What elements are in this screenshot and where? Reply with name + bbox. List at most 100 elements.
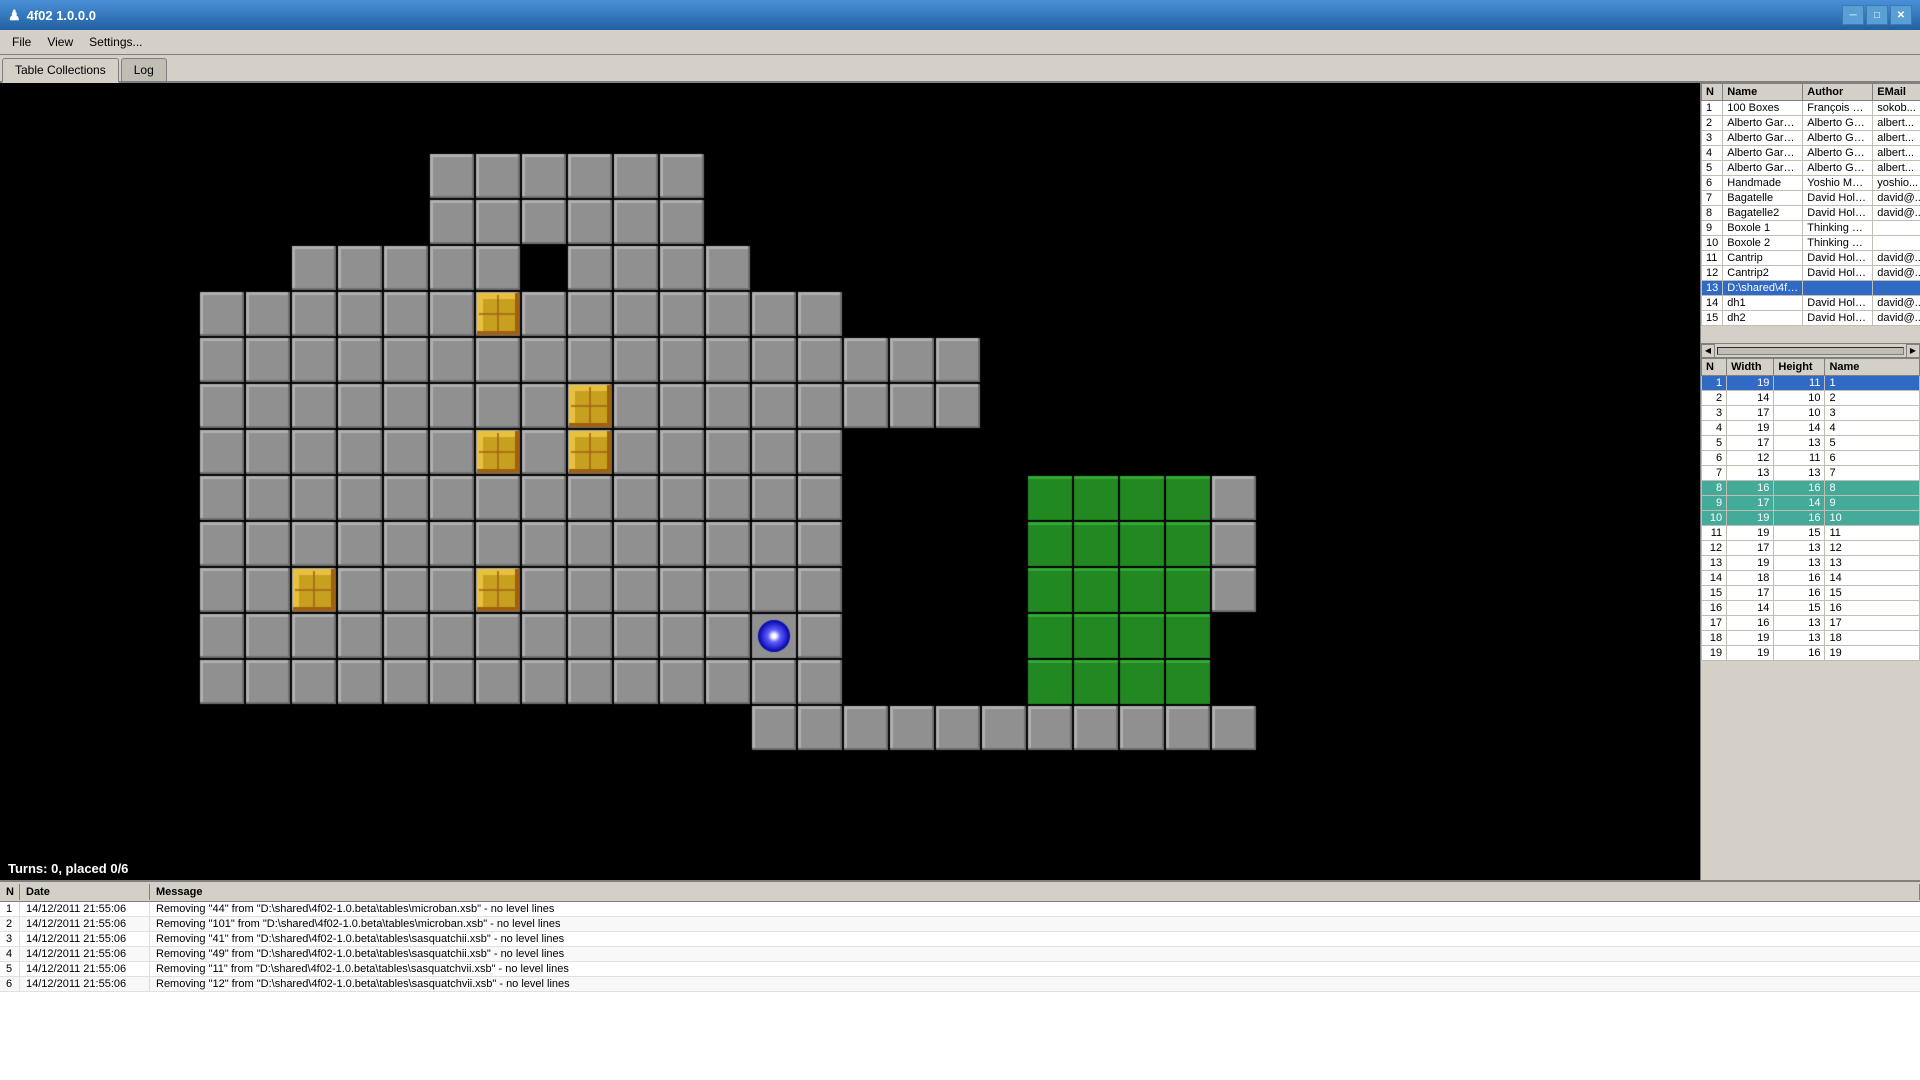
level-row[interactable]: 10 19 16 10 xyxy=(1702,511,1920,526)
collections-table-wrapper[interactable]: N Name Author EMail 1 100 Boxes François… xyxy=(1701,83,1920,343)
lv-h-cell: 10 xyxy=(1774,391,1825,406)
level-row[interactable]: 6 12 11 6 xyxy=(1702,451,1920,466)
col-n-cell: 3 xyxy=(1702,131,1723,146)
level-row[interactable]: 8 16 16 8 xyxy=(1702,481,1920,496)
lv-n-cell: 10 xyxy=(1702,511,1727,526)
lv-name-cell: 2 xyxy=(1825,391,1920,406)
collection-row[interactable]: 13 D:\shared\4f02-... xyxy=(1702,281,1920,296)
level-row[interactable]: 19 19 16 19 xyxy=(1702,646,1920,661)
level-row[interactable]: 11 19 15 11 xyxy=(1702,526,1920,541)
col-name-cell: Cantrip2 xyxy=(1723,266,1803,281)
menu-view[interactable]: View xyxy=(39,33,81,51)
col-n-cell: 6 xyxy=(1702,176,1723,191)
level-row[interactable]: 7 13 13 7 xyxy=(1702,466,1920,481)
lv-n-cell: 19 xyxy=(1702,646,1727,661)
col-n-cell: 1 xyxy=(1702,101,1723,116)
game-canvas[interactable]: Turns: 0, placed 0/6 xyxy=(0,83,1700,880)
col-name-cell: dh1 xyxy=(1723,296,1803,311)
lv-w-cell: 13 xyxy=(1727,466,1774,481)
collection-row[interactable]: 7 Bagatelle David Holland david@... xyxy=(1702,191,1920,206)
level-row[interactable]: 15 17 16 15 xyxy=(1702,586,1920,601)
collection-row[interactable]: 6 Handmade Yoshio Murase yoshio... xyxy=(1702,176,1920,191)
col-author-cell: Alberto García xyxy=(1803,131,1873,146)
right-panel: N Name Author EMail 1 100 Boxes François… xyxy=(1700,83,1920,880)
level-row[interactable]: 5 17 13 5 xyxy=(1702,436,1920,451)
log-msg: Removing "41" from "D:\shared\4f02-1.0.b… xyxy=(150,932,1920,946)
lv-w-cell: 17 xyxy=(1727,496,1774,511)
collection-row[interactable]: 14 dh1 David Holland david@... xyxy=(1702,296,1920,311)
lv-h-cell: 14 xyxy=(1774,496,1825,511)
collection-row[interactable]: 4 Alberto García 3 Alberto García albert… xyxy=(1702,146,1920,161)
collection-row[interactable]: 5 Alberto García B... Alberto García alb… xyxy=(1702,161,1920,176)
maximize-button[interactable]: □ xyxy=(1866,5,1888,25)
level-row[interactable]: 9 17 14 9 xyxy=(1702,496,1920,511)
lv-name-cell: 12 xyxy=(1825,541,1920,556)
level-table-wrapper[interactable]: N Width Height Name 1 19 11 1 2 14 10 2 … xyxy=(1701,358,1920,661)
collection-row[interactable]: 2 Alberto García 1 Alberto García albert… xyxy=(1702,116,1920,131)
lv-h-cell: 16 xyxy=(1774,586,1825,601)
log-row: 5 14/12/2011 21:55:06 Removing "11" from… xyxy=(0,962,1920,977)
col-email: EMail xyxy=(1873,84,1920,101)
level-row[interactable]: 14 18 16 14 xyxy=(1702,571,1920,586)
hscroll-track[interactable] xyxy=(1717,347,1904,355)
log-row: 2 14/12/2011 21:55:06 Removing "101" fro… xyxy=(0,917,1920,932)
col-name-cell: Alberto García 1 xyxy=(1723,116,1803,131)
level-row[interactable]: 12 17 13 12 xyxy=(1702,541,1920,556)
collections-hscroll[interactable]: ◀ ▶ xyxy=(1701,343,1920,357)
collection-row[interactable]: 1 100 Boxes François Marques sokob... xyxy=(1702,101,1920,116)
level-row[interactable]: 18 19 13 18 xyxy=(1702,631,1920,646)
lv-n-cell: 8 xyxy=(1702,481,1727,496)
level-row[interactable]: 13 19 13 13 xyxy=(1702,556,1920,571)
collections-table: N Name Author EMail 1 100 Boxes François… xyxy=(1701,83,1920,326)
lv-n-cell: 9 xyxy=(1702,496,1727,511)
log-n: 1 xyxy=(0,902,20,916)
col-email-cell: david@... xyxy=(1873,206,1920,221)
collection-row[interactable]: 12 Cantrip2 David Holland david@... xyxy=(1702,266,1920,281)
hscroll-right[interactable]: ▶ xyxy=(1906,344,1920,358)
collection-row[interactable]: 11 Cantrip David Holland david@... xyxy=(1702,251,1920,266)
tab-log[interactable]: Log xyxy=(121,58,167,81)
close-button[interactable]: ✕ xyxy=(1890,5,1912,25)
tab-table-collections[interactable]: Table Collections xyxy=(2,58,119,83)
hscroll-left[interactable]: ◀ xyxy=(1701,344,1715,358)
menu-settings[interactable]: Settings... xyxy=(81,33,150,51)
lv-h-cell: 11 xyxy=(1774,376,1825,391)
minimize-button[interactable]: ─ xyxy=(1842,5,1864,25)
lv-w-cell: 19 xyxy=(1727,526,1774,541)
col-author-cell: David Holland xyxy=(1803,191,1873,206)
lv-h-cell: 16 xyxy=(1774,511,1825,526)
lv-n-cell: 1 xyxy=(1702,376,1727,391)
log-msg: Removing "11" from "D:\shared\4f02-1.0.b… xyxy=(150,962,1920,976)
level-row[interactable]: 4 19 14 4 xyxy=(1702,421,1920,436)
col-email-cell xyxy=(1873,236,1920,251)
lv-n-cell: 15 xyxy=(1702,586,1727,601)
level-row[interactable]: 16 14 15 16 xyxy=(1702,601,1920,616)
col-author-cell: David Holland xyxy=(1803,266,1873,281)
log-header: N Date Message xyxy=(0,882,1920,902)
collection-row[interactable]: 10 Boxole 2 Thinking Rabbit,... xyxy=(1702,236,1920,251)
lv-w-cell: 19 xyxy=(1727,646,1774,661)
log-date: 14/12/2011 21:55:06 xyxy=(20,917,150,931)
lv-w-cell: 14 xyxy=(1727,601,1774,616)
col-email-cell: david@... xyxy=(1873,191,1920,206)
log-n: 5 xyxy=(0,962,20,976)
collection-row[interactable]: 8 Bagatelle2 David Holland david@... xyxy=(1702,206,1920,221)
lv-n-cell: 17 xyxy=(1702,616,1727,631)
lv-n-cell: 4 xyxy=(1702,421,1727,436)
lv-name-cell: 5 xyxy=(1825,436,1920,451)
level-row[interactable]: 3 17 10 3 xyxy=(1702,406,1920,421)
log-body[interactable]: 1 14/12/2011 21:55:06 Removing "44" from… xyxy=(0,902,1920,1080)
collections-tbody: 1 100 Boxes François Marques sokob... 2 … xyxy=(1702,101,1920,326)
collection-row[interactable]: 9 Boxole 1 Thinking Rabbit,... xyxy=(1702,221,1920,236)
col-n-cell: 14 xyxy=(1702,296,1723,311)
collection-row[interactable]: 15 dh2 David Holland david@... xyxy=(1702,311,1920,326)
level-row[interactable]: 2 14 10 2 xyxy=(1702,391,1920,406)
level-row[interactable]: 1 19 11 1 xyxy=(1702,376,1920,391)
col-name-cell: Boxole 1 xyxy=(1723,221,1803,236)
col-n-cell: 10 xyxy=(1702,236,1723,251)
menu-file[interactable]: File xyxy=(4,33,39,51)
col-author-cell: Yoshio Murase xyxy=(1803,176,1873,191)
level-row[interactable]: 17 16 13 17 xyxy=(1702,616,1920,631)
collection-row[interactable]: 3 Alberto García 2 Alberto García albert… xyxy=(1702,131,1920,146)
lv-w-cell: 17 xyxy=(1727,586,1774,601)
